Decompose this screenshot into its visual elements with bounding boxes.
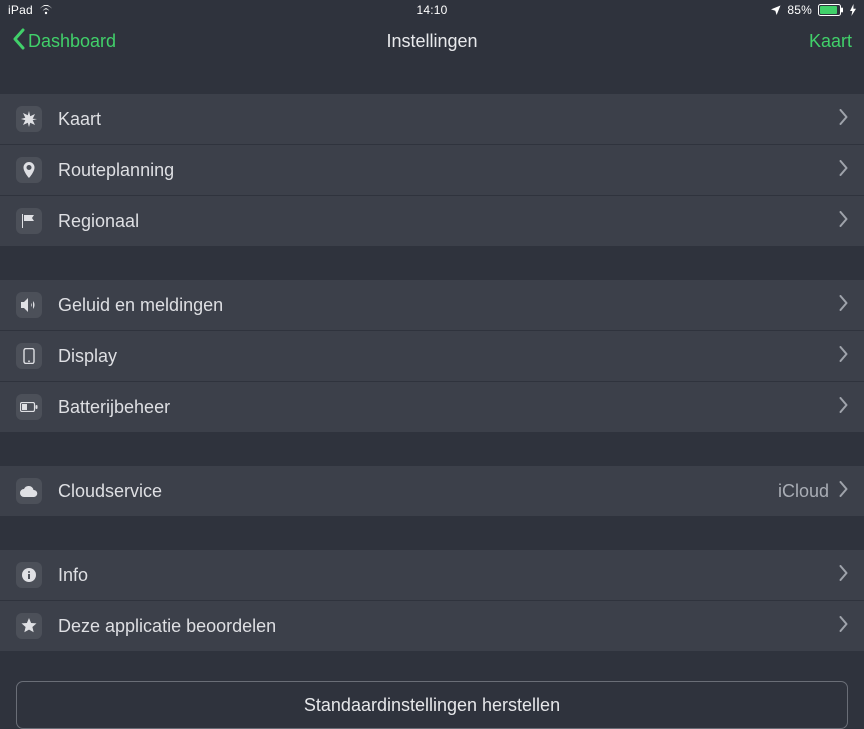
chevron-right-icon [839, 481, 848, 502]
charging-icon [850, 4, 856, 16]
chevron-right-icon [839, 565, 848, 586]
compass-star-icon [16, 106, 42, 132]
chevron-right-icon [839, 211, 848, 232]
info-icon [16, 562, 42, 588]
section-gap [0, 246, 864, 280]
chevron-right-icon [839, 397, 848, 418]
settings-row-kaart[interactable]: Kaart [0, 94, 864, 144]
chevron-right-icon [839, 160, 848, 181]
chevron-right-icon [839, 616, 848, 637]
section-gap [0, 432, 864, 466]
row-label: Info [58, 565, 839, 586]
nav-right-button[interactable]: Kaart [809, 31, 852, 52]
navigation-bar: Dashboard Instellingen Kaart [0, 20, 864, 64]
row-label: Regionaal [58, 211, 839, 232]
chevron-right-icon [839, 295, 848, 316]
chevron-left-icon [12, 28, 26, 55]
settings-row-beoordelen[interactable]: Deze applicatie beoordelen [0, 601, 864, 651]
nav-right-label: Kaart [809, 31, 852, 51]
row-detail: iCloud [778, 481, 829, 502]
battery-icon [16, 394, 42, 420]
chevron-right-icon [839, 346, 848, 367]
reset-button-label: Standaardinstellingen herstellen [304, 695, 560, 716]
row-label: Cloudservice [58, 481, 778, 502]
settings-row-routeplanning[interactable]: Routeplanning [0, 145, 864, 195]
row-label: Routeplanning [58, 160, 839, 181]
wifi-icon [39, 5, 53, 15]
status-bar: iPad 14:10 85% [0, 0, 864, 20]
row-label: Display [58, 346, 839, 367]
speaker-icon [16, 292, 42, 318]
section-gap [0, 516, 864, 550]
settings-row-regionaal[interactable]: Regionaal [0, 196, 864, 246]
settings-row-batterij[interactable]: Batterijbeheer [0, 382, 864, 432]
settings-list: Kaart Routeplanning Regionaal Geluid en … [0, 64, 864, 729]
pin-icon [16, 157, 42, 183]
star-icon [16, 613, 42, 639]
row-label: Kaart [58, 109, 839, 130]
settings-row-cloudservice[interactable]: Cloudservice iCloud [0, 466, 864, 516]
reset-defaults-button[interactable]: Standaardinstellingen herstellen [16, 681, 848, 729]
clock: 14:10 [416, 3, 447, 17]
page-title: Instellingen [386, 31, 477, 51]
battery-status-icon [818, 4, 844, 16]
device-icon [16, 343, 42, 369]
back-button[interactable]: Dashboard [12, 28, 116, 55]
section-gap [0, 64, 864, 94]
location-icon [771, 5, 781, 15]
back-label: Dashboard [28, 31, 116, 52]
battery-percent: 85% [787, 3, 812, 17]
row-label: Deze applicatie beoordelen [58, 616, 839, 637]
flag-icon [16, 208, 42, 234]
settings-row-geluid[interactable]: Geluid en meldingen [0, 280, 864, 330]
row-label: Batterijbeheer [58, 397, 839, 418]
settings-row-info[interactable]: Info [0, 550, 864, 600]
device-label: iPad [8, 3, 33, 17]
cloud-icon [16, 478, 42, 504]
settings-row-display[interactable]: Display [0, 331, 864, 381]
chevron-right-icon [839, 109, 848, 130]
row-label: Geluid en meldingen [58, 295, 839, 316]
